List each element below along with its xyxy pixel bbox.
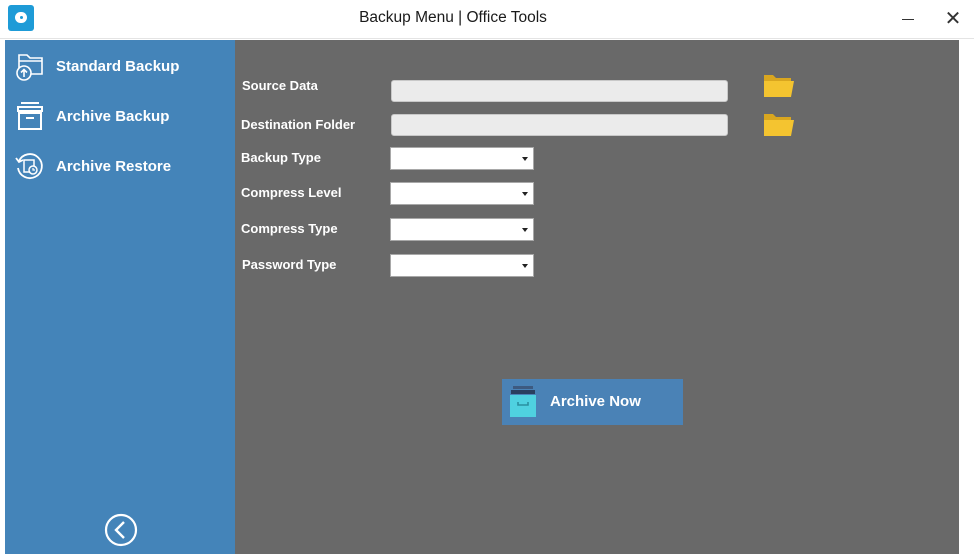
- dropdown-arrow-icon: [522, 157, 528, 161]
- sidebar: Standard Backup Archive Backup Archive R…: [5, 40, 235, 554]
- password-type-dropdown[interactable]: [390, 254, 534, 277]
- destination-folder-label: Destination Folder: [241, 117, 356, 132]
- archive-now-button[interactable]: Archive Now: [502, 379, 683, 425]
- password-type-label: Password Type: [242, 257, 337, 272]
- compress-type-dropdown[interactable]: [390, 218, 534, 241]
- back-chevron-circle-icon[interactable]: [104, 513, 138, 547]
- compress-level-label: Compress Level: [241, 185, 342, 200]
- minimize-button[interactable]: [895, 6, 921, 32]
- destination-folder-field[interactable]: [391, 114, 728, 136]
- backup-type-dropdown[interactable]: [390, 147, 534, 170]
- sidebar-item-label: Archive Restore: [56, 157, 172, 175]
- sidebar-item-archive-backup[interactable]: Archive Backup: [5, 93, 235, 139]
- dropdown-arrow-icon: [522, 228, 528, 232]
- sidebar-item-archive-restore[interactable]: Archive Restore: [5, 143, 235, 189]
- restore-clock-icon: [15, 153, 43, 180]
- backup-type-label: Backup Type: [241, 150, 321, 165]
- source-data-label: Source Data: [242, 78, 318, 93]
- folder-upload-icon: [16, 54, 43, 81]
- archive-box-icon: [17, 102, 43, 130]
- source-data-field[interactable]: [391, 80, 728, 102]
- archive-now-label: Archive Now: [550, 393, 641, 410]
- compress-level-dropdown[interactable]: [390, 182, 534, 205]
- title-bar: Backup Menu | Office Tools ✕: [0, 0, 974, 39]
- dropdown-arrow-icon: [522, 192, 528, 196]
- main-panel: Source Data Destination Folder Backup Ty…: [235, 40, 959, 554]
- app-window: Backup Menu | Office Tools ✕ Standard Ba…: [0, 0, 974, 556]
- close-button[interactable]: ✕: [940, 6, 966, 32]
- sidebar-item-label: Archive Backup: [56, 107, 170, 125]
- compress-type-label: Compress Type: [241, 221, 338, 236]
- archive-box-icon: [510, 386, 536, 417]
- window-title: Backup Menu | Office Tools: [359, 9, 547, 26]
- dropdown-arrow-icon: [522, 264, 528, 268]
- folder-open-icon[interactable]: [762, 110, 796, 140]
- sidebar-item-standard-backup[interactable]: Standard Backup: [5, 43, 235, 89]
- window-edge: [959, 40, 974, 556]
- folder-open-icon[interactable]: [762, 71, 796, 101]
- sidebar-item-label: Standard Backup: [56, 57, 180, 75]
